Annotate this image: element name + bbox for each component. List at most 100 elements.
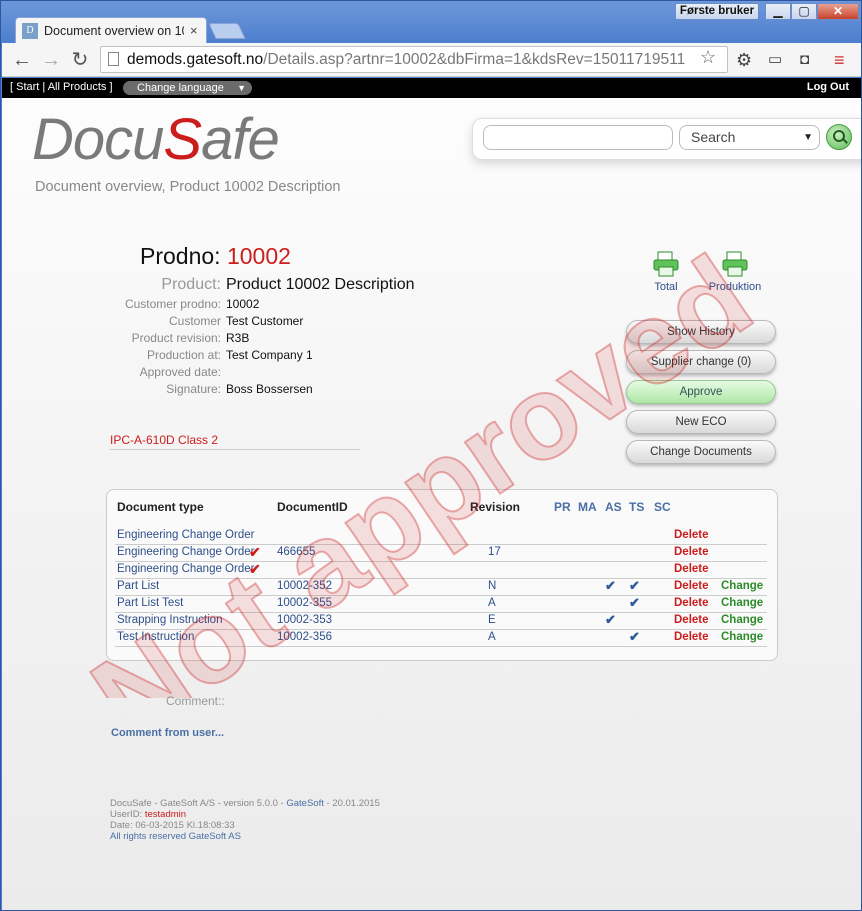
page-subtitle: Document overview, Product 10002 Descrip…: [35, 179, 341, 195]
delete-link[interactable]: Delete: [674, 580, 709, 592]
doc-type-link[interactable]: Test Instruction: [117, 631, 194, 643]
search-go-icon[interactable]: [826, 124, 852, 150]
revision: 17: [488, 546, 501, 558]
language-select-label: Change language: [137, 82, 224, 94]
extension-icon[interactable]: ◘: [800, 50, 809, 70]
tab-title: Document overview on 10: [44, 23, 184, 38]
doc-type-link[interactable]: Engineering Change Order: [117, 529, 254, 541]
document-id[interactable]: 10002-355: [277, 597, 332, 609]
red-check-icon: ✔: [249, 544, 261, 560]
table-row: Engineering Change Order Delete: [115, 528, 767, 545]
page-footer: DocuSafe - GateSoft A/S - version 5.0.0 …: [110, 798, 380, 842]
comment-from-user-link[interactable]: Comment from user...: [111, 727, 224, 739]
reload-icon[interactable]: ↻: [69, 49, 91, 71]
printer-icon: [722, 251, 748, 277]
delete-link[interactable]: Delete: [674, 614, 709, 626]
chevron-down-icon: ▼: [803, 132, 813, 143]
cast-icon[interactable]: ▭: [768, 50, 782, 70]
doc-type-link[interactable]: Engineering Change Order: [117, 546, 254, 558]
address-bar[interactable]: demods.gatesoft.no/Details.asp?artnr=100…: [100, 46, 728, 73]
search-type-select[interactable]: Search ▼: [679, 125, 820, 150]
prodno-label: Prodno:: [140, 243, 221, 269]
change-link[interactable]: Change: [721, 580, 763, 592]
documents-table: Document type DocumentID Revision PR MA …: [106, 489, 778, 661]
print-produktion[interactable]: Produktion: [700, 250, 770, 293]
supplier-change-button[interactable]: Supplier change (0): [626, 350, 776, 374]
print-total[interactable]: Total: [631, 250, 701, 293]
change-link[interactable]: Change: [721, 614, 763, 626]
revision: A: [488, 597, 496, 609]
maximize-icon[interactable]: ▢: [791, 3, 817, 20]
delete-link[interactable]: Delete: [674, 546, 709, 558]
col-header-ma: MA: [578, 500, 597, 514]
user-id: testadmin: [144, 809, 187, 820]
col-header-ts: TS: [629, 500, 645, 514]
as-check-icon: ✔: [605, 578, 616, 593]
bookmark-star-icon[interactable]: ☆: [700, 47, 716, 68]
delete-link[interactable]: Delete: [674, 529, 709, 541]
document-id[interactable]: 466655: [277, 546, 315, 558]
page-icon: [108, 52, 119, 66]
minimize-icon[interactable]: ▁: [765, 3, 791, 20]
browser-window: D Document overview on 10 × Første bruke…: [0, 0, 862, 911]
info-row-approved-date: Approved date:: [139, 365, 221, 379]
tab-close-icon[interactable]: ×: [190, 23, 198, 38]
url-host: demods.gatesoft.no: [127, 51, 264, 68]
doc-type-link[interactable]: Part List: [117, 580, 159, 592]
all-products-link[interactable]: All Products ]: [48, 81, 113, 93]
delete-link[interactable]: Delete: [674, 631, 709, 643]
prodno-heading: Prodno: 10002: [140, 243, 291, 270]
doc-type-link[interactable]: Engineering Change Order: [117, 563, 254, 575]
product-info: Product: Product 10002 Description Custom…: [62, 274, 442, 398]
document-id[interactable]: 10002-353: [277, 614, 332, 626]
prodno-value: 10002: [226, 243, 291, 269]
language-select[interactable]: Change language ▼: [123, 81, 252, 95]
table-row: Strapping Instruction 10002-353 E ✔ Delete Ch…: [115, 612, 767, 630]
new-tab-button[interactable]: [208, 23, 246, 39]
browser-toolbar: ← → ↻ demods.gatesoft.no/Details.asp?art…: [2, 43, 861, 77]
approve-button[interactable]: Approve: [626, 380, 776, 404]
new-eco-button[interactable]: New ECO: [626, 410, 776, 434]
menu-icon[interactable]: ≡: [834, 50, 845, 70]
info-row-signature: Signature: Boss Bossersen: [166, 382, 313, 396]
browser-tab[interactable]: D Document overview on 10 ×: [15, 17, 207, 43]
ts-check-icon: ✔: [629, 578, 640, 593]
change-link[interactable]: Change: [721, 597, 763, 609]
docusafe-logo[interactable]: DocuSafe: [32, 106, 280, 173]
col-header-doc-type: Document type: [117, 500, 204, 514]
doc-type-link[interactable]: Strapping Instruction: [117, 614, 222, 626]
search-input[interactable]: [483, 125, 673, 150]
start-link[interactable]: [ Start |: [10, 81, 45, 93]
settings-gear-icon[interactable]: ⚙: [736, 50, 752, 70]
site-top-bar: [ Start | All Products ] Change language…: [2, 78, 861, 98]
profile-button[interactable]: Første bruker: [675, 3, 759, 20]
col-header-revision: Revision: [470, 500, 521, 514]
window-close-icon[interactable]: ✕: [817, 3, 859, 20]
print-total-label: Total: [654, 281, 678, 293]
table-row: Engineering Change Order ✔ Delete: [115, 561, 767, 579]
back-arrow-icon[interactable]: ←: [11, 49, 33, 71]
comment-label: Comment::: [166, 694, 225, 708]
forward-arrow-icon[interactable]: →: [40, 49, 62, 71]
info-row-revision: Product revision: R3B: [131, 331, 250, 345]
show-history-button[interactable]: Show History: [626, 320, 776, 344]
info-row-customer: Customer Test Customer: [168, 314, 304, 328]
url-path: /Details.asp?artnr=10002&dbFirma=1&kdsRe…: [263, 51, 686, 68]
document-id[interactable]: 10002-356: [277, 631, 332, 643]
logout-link[interactable]: Log Out: [807, 81, 849, 93]
print-produktion-label: Produktion: [708, 281, 762, 293]
info-row-customer-prodno: Customer prodno: 10002: [124, 297, 260, 311]
as-check-icon: ✔: [605, 612, 616, 627]
delete-link[interactable]: Delete: [674, 563, 709, 575]
document-id[interactable]: 10002-352: [277, 580, 332, 592]
doc-type-link[interactable]: Part List Test: [117, 597, 183, 609]
delete-link[interactable]: Delete: [674, 597, 709, 609]
revision: A: [488, 631, 496, 643]
gatesoft-link[interactable]: GateSoft: [286, 798, 324, 809]
search-select-label: Search: [691, 129, 736, 145]
change-documents-button[interactable]: Change Documents: [626, 440, 776, 464]
change-link[interactable]: Change: [721, 631, 763, 643]
col-header-as: AS: [605, 500, 622, 514]
ts-check-icon: ✔: [629, 629, 640, 644]
ipc-standard: IPC-A-610D Class 2: [110, 433, 360, 450]
